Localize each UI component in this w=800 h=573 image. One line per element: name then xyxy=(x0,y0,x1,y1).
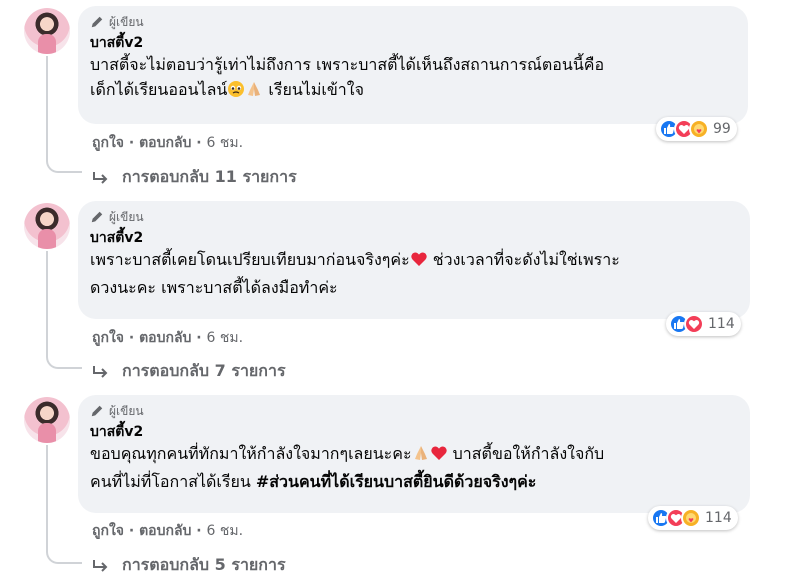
reply-button[interactable]: ตอบกลับ xyxy=(139,135,191,151)
reply-arrow-icon xyxy=(93,365,108,378)
like-button[interactable]: ถูกใจ xyxy=(92,330,124,346)
view-replies-button[interactable]: การตอบกลับ 5 รายการ xyxy=(92,553,286,573)
comment-bubble: ผู้เขียน บาสตี้v2 บาสตี้จะไม่ตอบว่ารู้เท… xyxy=(78,6,748,124)
folded-hands-icon xyxy=(412,444,430,469)
separator-dot: · xyxy=(196,330,207,346)
separator-dot: · xyxy=(128,330,140,346)
author-badge: ผู้เขียน xyxy=(90,14,736,30)
view-replies-button[interactable]: การตอบกลับ 7 รายการ xyxy=(92,359,286,384)
reaction-summary[interactable]: 114 xyxy=(648,506,738,530)
comment-text: ขอบคุณทุกคนที่ทักมาให้กำลังใจมากๆเลยนะคะ… xyxy=(90,441,738,494)
thread-connector xyxy=(46,355,82,369)
avatar[interactable] xyxy=(24,397,70,443)
thread-connector xyxy=(46,159,82,173)
reaction-summary[interactable]: 114 xyxy=(666,312,741,336)
separator-dot: · xyxy=(196,135,207,151)
comment-text-part: เรียนไม่เข้าใจ xyxy=(263,80,364,99)
separator-dot: · xyxy=(196,523,207,539)
author-badge: ผู้เขียน xyxy=(90,403,738,419)
red-heart-icon xyxy=(430,444,448,469)
thread-line xyxy=(46,56,48,159)
pen-icon xyxy=(91,16,103,28)
pleading-face-icon xyxy=(227,80,245,105)
hashtag-link[interactable]: #ส่วนคนที่ได้เรียนบาสตี้ยินดีด้วยจริงๆค่… xyxy=(256,472,537,491)
replies-label: การตอบกลับ 7 รายการ xyxy=(122,361,286,380)
comment-text: บาสตี้จะไม่ตอบว่ารู้เท่าไม่ถึงการ เพราะบ… xyxy=(90,52,736,105)
red-heart-icon xyxy=(410,250,428,275)
timestamp[interactable]: 6 ชม. xyxy=(207,330,244,346)
thread-line xyxy=(46,251,48,355)
author-badge-label: ผู้เขียน xyxy=(109,209,144,224)
comment-bubble: ผู้เขียน บาสตี้v2 ขอบคุณทุกคนที่ทักมาให้… xyxy=(78,395,750,513)
reply-button[interactable]: ตอบกลับ xyxy=(139,330,191,346)
author-badge: ผู้เขียน xyxy=(90,209,738,225)
separator-dot: · xyxy=(128,523,140,539)
thread-connector xyxy=(46,550,82,564)
comment-line: ขอบคุณทุกคนที่ทักมาให้กำลังใจมากๆเลยนะคะ… xyxy=(90,441,738,469)
like-button[interactable]: ถูกใจ xyxy=(92,523,124,539)
reply-arrow-icon xyxy=(93,559,108,572)
comment-author[interactable]: บาสตี้v2 xyxy=(90,34,736,52)
reaction-count: 114 xyxy=(705,510,732,526)
reply-button[interactable]: ตอบกลับ xyxy=(139,523,191,539)
comment-line: ดวงนะคะ เพราะบาสตี้ได้ลงมือทำค่ะ xyxy=(90,278,338,297)
reaction-count: 114 xyxy=(708,316,735,332)
thread-line xyxy=(46,445,48,550)
care-icon xyxy=(681,508,701,528)
replies-label: การตอบกลับ 5 รายการ xyxy=(122,555,286,573)
separator-dot: · xyxy=(128,135,140,151)
pen-icon xyxy=(91,211,103,223)
author-badge-label: ผู้เขียน xyxy=(109,14,144,29)
love-icon xyxy=(684,314,704,334)
comment-actions: ถูกใจ · ตอบกลับ · 6 ชม. xyxy=(92,327,243,349)
comment-author[interactable]: บาสตี้v2 xyxy=(90,423,738,441)
comment-line: คนที่ไม่ที่โอกาสได้เรียน #ส่วนคนที่ได้เร… xyxy=(90,469,738,494)
comment-text-part: เด็กได้เรียนออนไลน์ xyxy=(90,80,228,99)
reply-arrow-icon xyxy=(93,171,108,184)
comment-line: บาสตี้จะไม่ตอบว่ารู้เท่าไม่ถึงการ เพราะบ… xyxy=(90,55,605,74)
comment-line: เพราะบาสตี้เคยโดนเปรียบเทียบมาก่อนจริงๆค… xyxy=(90,247,738,275)
reaction-summary[interactable]: 99 xyxy=(656,117,737,141)
comment-text-part: บาสตี้ขอให้กำลังใจกับ xyxy=(447,444,605,463)
comment-actions: ถูกใจ · ตอบกลับ · 6 ชม. xyxy=(92,520,243,542)
comment-text-part: เพราะบาสตี้เคยโดนเปรียบเทียบมาก่อนจริงๆค… xyxy=(90,250,410,269)
view-replies-button[interactable]: การตอบกลับ 11 รายการ xyxy=(92,165,297,190)
care-icon xyxy=(689,119,709,139)
avatar[interactable] xyxy=(24,203,70,249)
comment-bubble: ผู้เขียน บาสตี้v2 เพราะบาสตี้เคยโดนเปรีย… xyxy=(78,201,750,319)
timestamp[interactable]: 6 ชม. xyxy=(207,135,244,151)
replies-label: การตอบกลับ 11 รายการ xyxy=(122,167,297,186)
comment-author[interactable]: บาสตี้v2 xyxy=(90,229,738,247)
comment-text-part: คนที่ไม่ที่โอกาสได้เรียน xyxy=(90,472,256,491)
comment-text-part: ขอบคุณทุกคนที่ทักมาให้กำลังใจมากๆเลยนะคะ xyxy=(90,444,412,463)
comment-text-part: ช่วงเวลาที่จะดังไม่ใช่เพราะ xyxy=(427,250,620,269)
pen-icon xyxy=(91,405,103,417)
reaction-count: 99 xyxy=(713,121,731,137)
folded-hands-icon xyxy=(245,80,263,105)
comment-line: เด็กได้เรียนออนไลน์ เรียนไม่เข้าใจ xyxy=(90,77,736,105)
avatar[interactable] xyxy=(24,8,70,54)
like-button[interactable]: ถูกใจ xyxy=(92,135,124,151)
timestamp[interactable]: 6 ชม. xyxy=(207,523,244,539)
author-badge-label: ผู้เขียน xyxy=(109,403,144,418)
comment-text: เพราะบาสตี้เคยโดนเปรียบเทียบมาก่อนจริงๆค… xyxy=(90,247,738,300)
comment-actions: ถูกใจ · ตอบกลับ · 6 ชม. xyxy=(92,132,243,154)
